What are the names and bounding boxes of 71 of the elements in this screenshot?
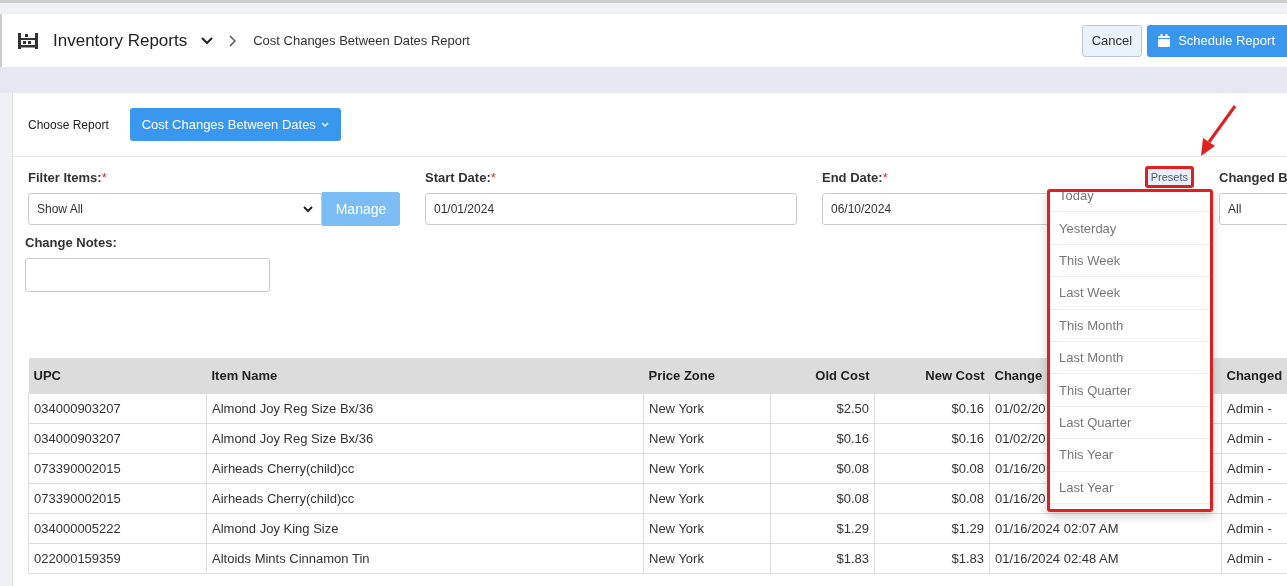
calendar-icon [1158,34,1171,47]
field-label: End Date:* [822,169,888,185]
menu-item[interactable]: This Year [1050,439,1210,472]
menu-item[interactable]: Last Week [1050,277,1210,310]
module-title[interactable]: Inventory Reports [53,30,188,51]
table-cell: 034000005222 [28,513,207,544]
table-cell: 073390002015 [28,483,207,514]
filter-select[interactable]: Show All [28,193,322,225]
table-cell: New York [643,513,771,544]
cancel-button[interactable]: Cancel [1081,24,1143,57]
menu-item[interactable]: Last Month [1050,341,1210,375]
report-dropdown[interactable]: Cost Changes Between Dates [129,108,341,141]
table-cell: New York [643,543,771,574]
table-cell: Altoids Mints Cinnamon Tin [206,543,644,574]
table-cell: $1.29 [874,513,990,544]
choose-report-label: Choose Report [28,117,109,132]
table-cell: 022000159359 [28,543,207,574]
menu-item[interactable]: This Week [1050,244,1210,278]
chevron-right-icon [229,34,237,47]
table-cell: 034000903207 [28,393,207,424]
table-cell: $2.50 [770,393,875,424]
table-cell: $0.16 [770,423,875,454]
table-cell: 073390002015 [28,453,207,484]
table-cell: 034000903207 [28,423,207,454]
input-field[interactable] [25,258,270,292]
table-cell: $1.83 [770,543,875,574]
chevron-down-icon[interactable] [201,36,214,45]
table-cell: $0.08 [770,483,875,514]
field-label: Changed B [1219,169,1287,185]
table-cell: New York [643,483,771,514]
input-field[interactable]: All [1219,193,1287,225]
table-cell: $1.83 [874,543,990,574]
shelf-icon [18,32,38,49]
field-label: Filter Items:* [28,169,107,185]
table-cell: Airheads Cherry(child)cc [206,453,644,484]
table-cell: Almond Joy King Size [206,513,644,544]
table-cell: 01/16/2024 02:07 AM [989,513,1222,544]
chevron-down-icon [303,205,313,213]
field-label: Start Date:* [425,169,496,185]
table-cell: New York [643,453,771,484]
table-cell: $0.08 [770,453,875,484]
table-cell: 01/16/2024 02:48 AM [989,543,1222,574]
annotation-arrow [1199,104,1239,158]
table-cell: Almond Joy Reg Size Bx/36 [206,423,644,454]
column-header: Item Name [206,358,644,394]
table-cell: $0.16 [874,393,990,424]
table-cell: $0.08 [874,483,990,514]
menu-item[interactable]: Last Quarter [1050,406,1210,440]
table-cell: New York [643,423,771,454]
input-field[interactable]: 01/01/2024 [425,193,797,225]
column-header: Changed [1221,358,1287,394]
menu-item[interactable]: Yesterday [1050,212,1210,245]
field-label: Change Notes: [25,235,118,250]
column-header: Price Zone [643,358,771,394]
caret-icon [320,122,329,127]
menu-item[interactable]: This Quarter [1050,374,1210,407]
table-cell: $1.29 [770,513,875,544]
table-cell: $0.08 [874,453,990,484]
column-header: Old Cost [770,358,875,394]
breadcrumb-current: Cost Changes Between Dates Report [253,33,470,48]
presets-button[interactable]: Presets [1144,166,1194,188]
menu-item[interactable]: This Month [1050,309,1210,342]
table-cell: Admin - [1221,393,1287,424]
table-cell: Almond Joy Reg Size Bx/36 [206,393,644,424]
menu-item[interactable]: Last Year [1050,471,1210,504]
table-cell: Airheads Cherry(child)cc [206,483,644,514]
column-header: New Cost [874,358,990,394]
schedule-button[interactable]: Schedule Report [1147,24,1287,57]
table-cell: $0.16 [874,423,990,454]
table-cell: New York [643,393,771,424]
column-header: UPC [28,358,207,394]
